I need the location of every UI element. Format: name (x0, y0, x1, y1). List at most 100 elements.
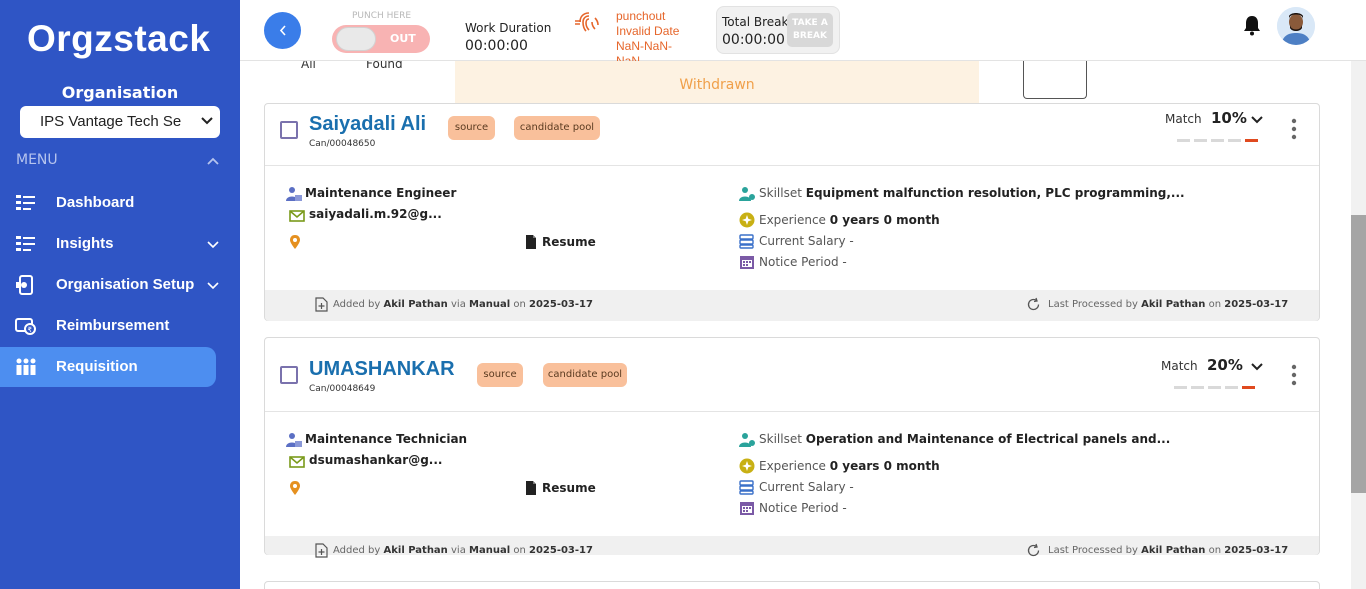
punchout-status: punchout Invalid Date NaN-NaN- NaN (616, 9, 696, 69)
chevron-left-icon (279, 25, 286, 36)
notice-label: Notice Period (759, 255, 839, 269)
candidate-list: All Found Withdrawn Saiyadali Ali Can/00… (240, 61, 1366, 589)
take-a-break-button[interactable]: TAKE A BREAK (787, 13, 833, 47)
skillset-icon (739, 187, 755, 201)
added-date: 2025-03-17 (528, 545, 593, 556)
resume-link[interactable]: Resume (542, 481, 596, 495)
dashboard-icon (16, 195, 35, 210)
sidebar-item-organisation-setup[interactable]: Organisation Setup (0, 265, 219, 305)
skillset-label: Skillset (759, 432, 802, 446)
scrollbar-thumb[interactable] (1351, 215, 1366, 493)
salary-field: Current Salary - (759, 234, 854, 248)
source: Manual (469, 545, 511, 556)
notice-field: Notice Period - (759, 501, 847, 515)
punchout-line: Invalid Date (616, 24, 680, 38)
back-button[interactable] (264, 12, 301, 49)
tag-source: source (448, 116, 495, 140)
sidebar-item-label: Dashboard (56, 194, 135, 211)
candidate-role: Maintenance Engineer (305, 186, 457, 200)
candidate-checkbox[interactable] (280, 121, 298, 139)
total-break-value: 00:00:00 (722, 32, 785, 48)
sidebar-item-label: Organisation Setup (56, 276, 195, 293)
match-meter-segment (1245, 139, 1258, 142)
fingerprint-icon (575, 12, 599, 32)
match-value: 20% (1207, 356, 1243, 374)
chevron-up-icon[interactable] (206, 154, 220, 168)
refresh-icon (1027, 543, 1040, 557)
match-meter-segment (1225, 386, 1238, 389)
processed-prefix: Last Processed by (1048, 545, 1138, 556)
candidate-card: Saiyadali Ali Can/00048650 source candid… (264, 103, 1320, 321)
tag-candidate-pool: candidate pool (543, 363, 627, 387)
added-prefix: Added by (333, 299, 381, 310)
experience-field: Experience 0 years 0 month (759, 459, 940, 473)
on-label: on (1208, 299, 1222, 310)
added-by-text: Added by Akil Pathan via Manual on 2025-… (333, 299, 593, 310)
skillset-icon (739, 433, 755, 447)
chevron-down-icon[interactable] (1250, 112, 1264, 126)
candidate-name[interactable]: Saiyadali Ali (309, 113, 426, 136)
match-label: Match (1161, 359, 1198, 373)
candidate-name[interactable]: UMASHANKAR (309, 358, 455, 381)
candidate-email[interactable]: saiyadali.m.92@g... (309, 207, 442, 221)
sidebar-item-label: Requisition (56, 358, 138, 375)
punch-out-label: OUT (390, 32, 416, 45)
skillset-value: Operation and Maintenance of Electrical … (805, 432, 1171, 446)
location-icon (290, 235, 300, 249)
salary-value: - (849, 234, 854, 248)
candidate-card: UMASHANKAR Can/00048649 source candidate… (264, 337, 1320, 558)
punch-toggle[interactable]: OUT (332, 25, 430, 53)
notice-value: - (842, 255, 847, 269)
match-meter-segment (1177, 139, 1190, 142)
organisation-select[interactable]: IPS Vantage Tech Se (20, 106, 220, 138)
experience-value: 0 years 0 month (829, 213, 940, 227)
menu-label: MENU (16, 152, 58, 168)
candidate-card (264, 581, 1320, 589)
chevron-down-icon (207, 241, 219, 249)
on-label: on (1208, 545, 1222, 556)
punch-here-label: PUNCH HERE (352, 11, 412, 21)
match-meter-segment (1194, 139, 1207, 142)
email-icon (289, 210, 305, 222)
sidebar-item-dashboard[interactable]: Dashboard (0, 183, 216, 223)
processed-date: 2025-03-17 (1224, 299, 1289, 310)
sidebar-item-insights[interactable]: Insights (0, 224, 219, 264)
notice-label: Notice Period (759, 501, 839, 515)
card-divider (265, 165, 1319, 166)
last-processed-text: Last Processed by Akil Pathan on 2025-03… (1048, 545, 1288, 556)
candidate-email[interactable]: dsumashankar@g... (309, 453, 442, 467)
candidate-checkbox[interactable] (280, 366, 298, 384)
last-processed-text: Last Processed by Akil Pathan on 2025-03… (1048, 299, 1288, 310)
bell-icon[interactable] (1242, 14, 1262, 36)
sidebar-item-reimbursement[interactable]: ₹ Reimbursement (0, 306, 216, 346)
on-label: on (513, 299, 526, 310)
avatar[interactable] (1277, 7, 1315, 45)
processed-date: 2025-03-17 (1224, 545, 1289, 556)
skillset-value: Equipment malfunction resolution, PLC pr… (805, 186, 1185, 200)
match-meter-segment (1228, 139, 1241, 142)
card-divider (265, 411, 1319, 412)
added-by-text: Added by Akil Pathan via Manual on 2025-… (333, 545, 593, 556)
total-break-label: Total Break (722, 15, 789, 29)
sidebar-item-requisition[interactable]: Requisition (0, 347, 216, 387)
punchout-line: NaN-NaN- (616, 39, 673, 53)
salary-field: Current Salary - (759, 480, 854, 494)
user-avatar-icon (1277, 7, 1315, 45)
organisation-setup-icon (16, 275, 33, 295)
more-options-icon[interactable] (1291, 364, 1297, 386)
source: Manual (469, 299, 511, 310)
added-by: Akil Pathan (383, 545, 448, 556)
match-meter-segment (1211, 139, 1224, 142)
processed-prefix: Last Processed by (1048, 299, 1138, 310)
resume-link[interactable]: Resume (542, 235, 596, 249)
salary-value: - (849, 480, 854, 494)
experience-field: Experience 0 years 0 month (759, 213, 940, 227)
organisation-select-value: IPS Vantage Tech Se (40, 113, 182, 130)
match-meter-segment (1208, 386, 1221, 389)
match-value: 10% (1211, 109, 1247, 127)
more-options-icon[interactable] (1291, 118, 1297, 140)
chevron-down-icon[interactable] (1250, 359, 1264, 373)
candidate-role: Maintenance Technician (305, 432, 468, 446)
notice-field: Notice Period - (759, 255, 847, 269)
candidate-id: Can/00048650 (309, 139, 376, 149)
